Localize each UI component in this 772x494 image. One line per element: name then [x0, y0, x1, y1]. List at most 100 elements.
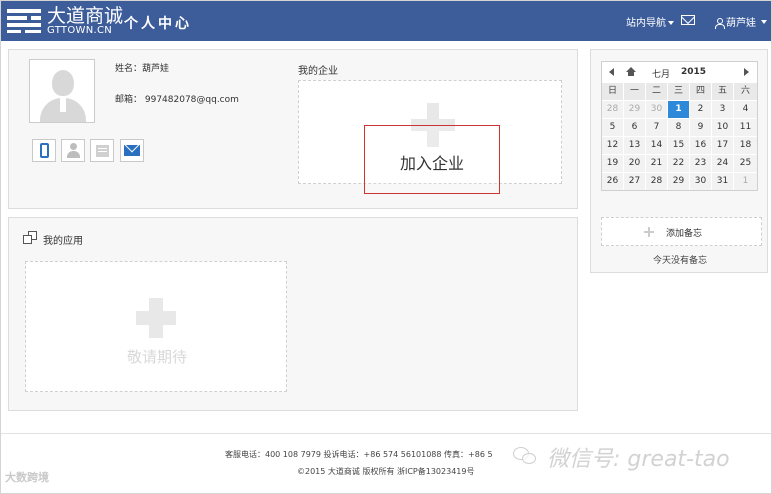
weekday-label: 五	[712, 83, 733, 100]
calendar-week: 5 6 7 8 9 10 11	[602, 119, 757, 137]
footer-copyright: ©2015 大道商诚 版权所有 浙ICP备13023419号	[297, 467, 475, 476]
calendar-day[interactable]: 1	[734, 173, 757, 190]
footer-contacts: 客服电话：400 108 7979 投诉电话：+86 574 56101088 …	[225, 450, 493, 459]
calendar-day[interactable]: 8	[668, 119, 689, 136]
brand-logo[interactable]: 大道商诚 GTTOWN.CN	[7, 5, 123, 37]
calendar-day[interactable]: 29	[624, 101, 645, 118]
calendar-day[interactable]: 30	[646, 101, 667, 118]
calendar-day[interactable]: 22	[668, 155, 689, 172]
apps-section-title: 我的应用	[43, 236, 83, 247]
weekday-label: 六	[734, 83, 757, 100]
calendar-week: 26 27 28 29 30 31 1	[602, 173, 757, 191]
top-header: 大道商诚 GTTOWN.CN 个人中心 站内导航 葫芦娃	[1, 1, 771, 41]
calendar-day[interactable]: 21	[646, 155, 667, 172]
wechat-icon	[513, 447, 539, 467]
weekday-row: 日一二三四五六	[602, 83, 757, 101]
brand-name-cn: 大道商诚	[47, 5, 124, 27]
calendar-day[interactable]: 23	[690, 155, 711, 172]
calendar-day[interactable]: 5	[602, 119, 623, 136]
calendar-day[interactable]: 12	[602, 137, 623, 154]
watermark-wechat-id: 微信号: great-tao	[547, 447, 730, 472]
avatar[interactable]	[29, 59, 95, 123]
home-icon[interactable]	[626, 67, 636, 76]
calendar-day[interactable]: 20	[624, 155, 645, 172]
add-note-button[interactable]: 添加备忘	[601, 217, 762, 246]
envelope-icon	[124, 145, 140, 156]
calendar-day[interactable]: 13	[624, 137, 645, 154]
calendar-day[interactable]: 9	[690, 119, 711, 136]
calendar-day[interactable]: 7	[646, 119, 667, 136]
plus-icon-bar	[136, 311, 176, 325]
calendar-day[interactable]: 18	[734, 137, 757, 154]
chevron-left-icon[interactable]	[609, 68, 614, 76]
weekday-label: 二	[646, 83, 667, 100]
person-icon	[70, 143, 77, 150]
calendar-header: 七月 2015	[602, 62, 757, 82]
no-note-text: 今天没有备忘	[652, 256, 707, 266]
calendar-day[interactable]: 15	[668, 137, 689, 154]
calendar-day[interactable]: 27	[624, 173, 645, 190]
calendar-day[interactable]: 16	[690, 137, 711, 154]
calendar-day[interactable]: 6	[624, 119, 645, 136]
calendar-week: 19 20 21 22 23 24 25	[602, 155, 757, 173]
username: 葫芦娃	[726, 18, 756, 29]
enterprise-section-title: 我的企业	[298, 66, 338, 77]
profile-name: 姓名：葫芦娃	[115, 64, 170, 74]
mail-icon[interactable]	[681, 15, 695, 25]
phone-verify-button[interactable]	[32, 139, 56, 162]
coming-soon-text: 敬请期待	[126, 348, 187, 366]
calendar-year: 2015	[681, 67, 707, 77]
apps-panel: 我的应用 敬请期待	[8, 217, 578, 411]
user-menu-caret-icon[interactable]	[761, 20, 767, 24]
calendar-month: 七月	[652, 70, 671, 80]
avatar-head-shape	[52, 70, 74, 96]
calendar-day[interactable]: 14	[646, 137, 667, 154]
calendar-grid: 日一二三四五六 28 29 30 1 2 3 4 5 6 7 8 9 10 11 12 13 14 15 16 17 18…	[602, 83, 757, 191]
apps-icon	[23, 231, 41, 245]
calendar-day[interactable]: 4	[734, 101, 757, 118]
chevron-down-icon	[668, 21, 674, 25]
join-enterprise-button[interactable]: 加入企业	[364, 125, 500, 194]
email-verify-button[interactable]	[120, 139, 144, 162]
weekday-label: 三	[668, 83, 689, 100]
calendar: 七月 2015 日一二三四五六 28 29 30 1 2 3 4 5 6 7 8 9 10 11 12 13 14…	[601, 61, 758, 191]
user-icon	[714, 18, 725, 29]
calendar-day[interactable]: 31	[712, 173, 733, 190]
calendar-day[interactable]: 29	[668, 173, 689, 190]
footer-divider	[1, 433, 771, 434]
calendar-panel: 七月 2015 日一二三四五六 28 29 30 1 2 3 4 5 6 7 8 9 10 11 12 13 14…	[590, 49, 768, 273]
calendar-day[interactable]: 26	[602, 173, 623, 190]
add-app-area[interactable]: 敬请期待	[25, 261, 287, 392]
calendar-day[interactable]: 25	[734, 155, 757, 172]
calendar-day[interactable]: 11	[734, 119, 757, 136]
logo-mark-icon	[7, 9, 43, 33]
calendar-day[interactable]: 28	[602, 101, 623, 118]
calendar-day[interactable]: 28	[646, 173, 667, 190]
weekday-label: 日	[602, 83, 623, 100]
calendar-day-today[interactable]: 1	[668, 101, 689, 118]
calendar-week: 12 13 14 15 16 17 18	[602, 137, 757, 155]
card-icon	[96, 145, 109, 157]
identity-verify-button[interactable]	[61, 139, 85, 162]
card-verify-button[interactable]	[90, 139, 114, 162]
brand-name-en: GTTOWN.CN	[47, 25, 113, 36]
calendar-day[interactable]: 3	[712, 101, 733, 118]
user-menu[interactable]: 葫芦娃	[714, 14, 756, 29]
avatar-collar-shape	[60, 98, 66, 112]
weekday-label: 四	[690, 83, 711, 100]
phone-icon	[40, 143, 49, 158]
watermark-left: 大数跨境	[5, 471, 49, 484]
calendar-day[interactable]: 24	[712, 155, 733, 172]
add-note-label: 添加备忘	[666, 229, 703, 239]
calendar-day[interactable]: 10	[712, 119, 733, 136]
chevron-right-icon[interactable]	[744, 68, 749, 76]
calendar-day[interactable]: 19	[602, 155, 623, 172]
profile-email: 邮箱： 997482078@qq.com	[115, 95, 239, 105]
calendar-day[interactable]: 2	[690, 101, 711, 118]
calendar-week: 28 29 30 1 2 3 4	[602, 101, 757, 119]
site-nav-dropdown[interactable]: 站内导航	[626, 14, 674, 29]
calendar-day[interactable]: 17	[712, 137, 733, 154]
site-nav-label: 站内导航	[626, 18, 666, 29]
calendar-day[interactable]: 30	[690, 173, 711, 190]
weekday-label: 一	[624, 83, 645, 100]
